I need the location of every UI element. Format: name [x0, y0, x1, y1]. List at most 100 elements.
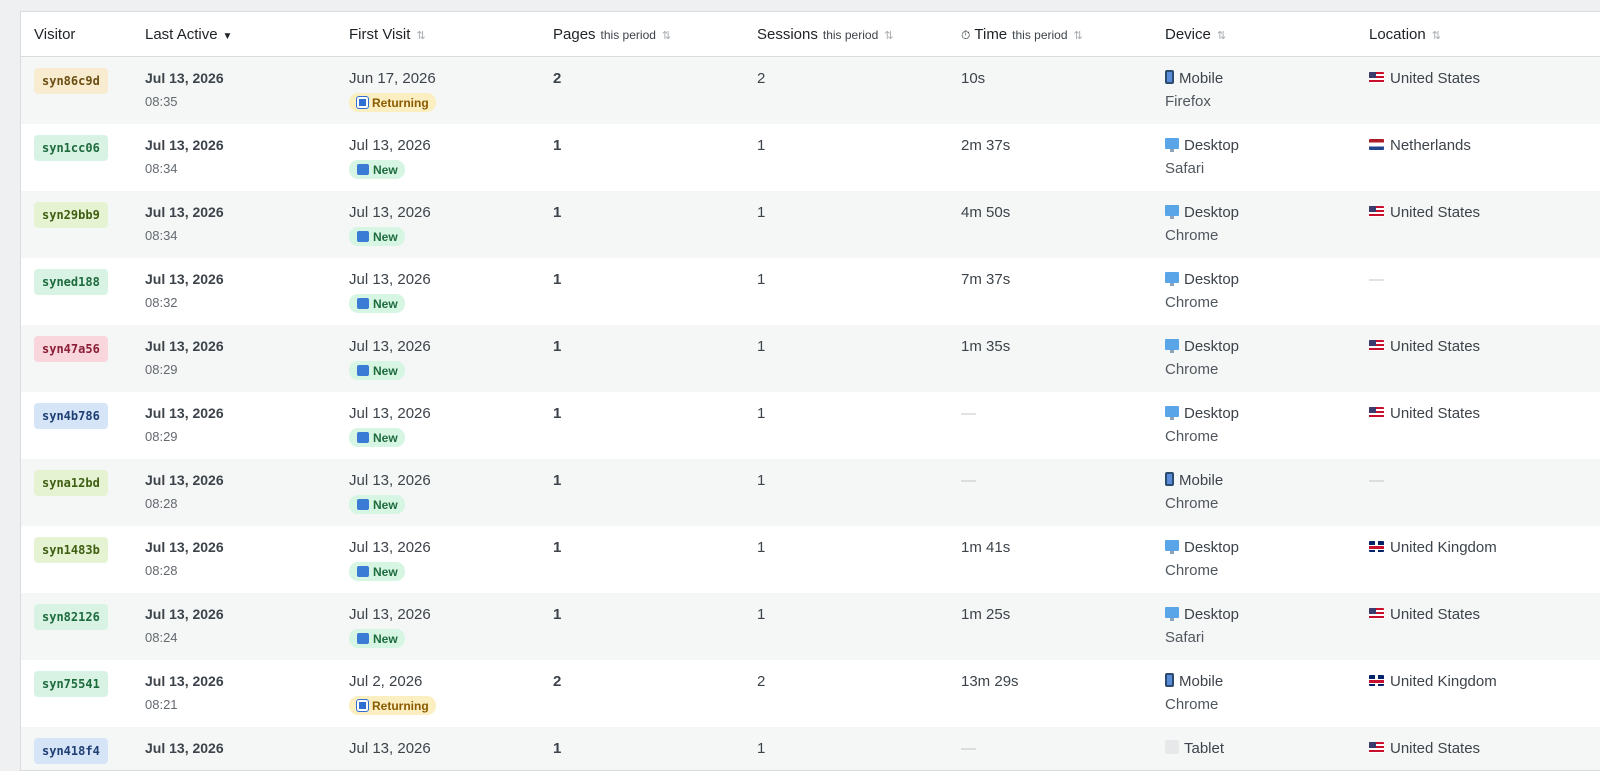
desktop-icon: [1165, 138, 1179, 152]
flag-gb-icon: [1369, 675, 1384, 686]
device-cell: Desktop: [1165, 137, 1239, 154]
first-visit-date: Jul 2, 2026: [349, 673, 423, 690]
time-spent: 1m 41s: [961, 539, 1011, 556]
location-label: —: [1369, 472, 1384, 489]
table-row[interactable]: syn82126 Jul 13, 2026 08:24 Jul 13, 2026…: [21, 593, 1600, 660]
table-row[interactable]: syned188 Jul 13, 2026 08:32 Jul 13, 2026…: [21, 258, 1600, 325]
location-label: United States: [1390, 70, 1481, 87]
sort-desc-icon: ▼: [222, 31, 233, 42]
col-first-visit[interactable]: First Visit ⇅: [349, 26, 426, 43]
table-row[interactable]: syn29bb9 Jul 13, 2026 08:34 Jul 13, 2026…: [21, 191, 1600, 258]
table-body: syn86c9d Jul 13, 2026 08:35 Jun 17, 2026…: [21, 57, 1600, 770]
last-active-date: Jul 13, 2026: [145, 204, 224, 220]
visitor-id-badge[interactable]: syn82126: [34, 604, 108, 630]
table-row[interactable]: syn418f4 Jul 13, 2026 Jul 13, 2026 1 1 —…: [21, 727, 1600, 770]
col-last-active[interactable]: Last Active ▼: [145, 26, 232, 43]
pages-count: 1: [553, 137, 562, 154]
mobile-icon: [1165, 70, 1174, 84]
device-label: Mobile: [1179, 472, 1224, 489]
visitor-id-badge[interactable]: syn418f4: [34, 738, 108, 764]
device-label: Desktop: [1184, 137, 1240, 154]
device-label: Desktop: [1184, 606, 1240, 623]
new-icon: [357, 298, 369, 309]
visitor-id-badge[interactable]: syn1cc06: [34, 135, 108, 161]
location-label: United States: [1390, 204, 1481, 221]
device-cell: Desktop: [1165, 338, 1239, 355]
visitor-id-badge[interactable]: syned188: [34, 269, 108, 295]
table-row[interactable]: syn4b786 Jul 13, 2026 08:29 Jul 13, 2026…: [21, 392, 1600, 459]
visitor-id-badge[interactable]: syn47a56: [34, 336, 108, 362]
new-badge: New: [349, 361, 405, 380]
pages-count: 1: [553, 472, 562, 489]
status-label: New: [373, 497, 398, 512]
visitor-id-badge[interactable]: syn1483b: [34, 537, 108, 563]
visitor-id-badge[interactable]: syn4b786: [34, 403, 108, 429]
location-cell: Netherlands: [1369, 137, 1471, 154]
desktop-icon: [1165, 272, 1179, 286]
flag-us-icon: [1369, 742, 1384, 753]
location-label: United States: [1390, 338, 1481, 355]
table-row[interactable]: syn1cc06 Jul 13, 2026 08:34 Jul 13, 2026…: [21, 124, 1600, 191]
time-spent: 1m 25s: [961, 606, 1011, 623]
sort-icon: ⇅: [661, 30, 672, 42]
visitor-id-badge[interactable]: syn29bb9: [34, 202, 108, 228]
time-spent: —: [961, 405, 976, 422]
visitor-id-badge[interactable]: syn86c9d: [34, 68, 108, 94]
visitor-id-badge[interactable]: syna12bd: [34, 470, 108, 496]
visitors-table: Visitor Last Active ▼ First Visit ⇅ Pages t…: [20, 11, 1600, 771]
new-icon: [357, 231, 369, 242]
visitor-id-badge[interactable]: syn75541: [34, 671, 108, 697]
device-cell: Desktop: [1165, 204, 1239, 221]
table-row[interactable]: syn47a56 Jul 13, 2026 08:29 Jul 13, 2026…: [21, 325, 1600, 392]
returning-badge: Returning: [349, 696, 436, 715]
flag-gb-icon: [1369, 541, 1384, 552]
returning-icon: [357, 97, 368, 108]
mobile-icon: [1165, 472, 1174, 486]
device-cell: Mobile: [1165, 472, 1223, 489]
time-spent: 1m 35s: [961, 338, 1011, 355]
table-row[interactable]: syna12bd Jul 13, 2026 08:28 Jul 13, 2026…: [21, 459, 1600, 526]
last-active-date: Jul 13, 2026: [145, 539, 224, 555]
time-spent: —: [961, 740, 976, 757]
col-pages-sub: this period: [600, 28, 656, 42]
device-cell: Desktop: [1165, 271, 1239, 288]
status-label: New: [373, 296, 398, 311]
last-active-date: Jul 13, 2026: [145, 271, 224, 287]
last-active-date: Jul 13, 2026: [145, 472, 224, 488]
pages-count: 1: [553, 338, 562, 355]
col-location[interactable]: Location ⇅: [1369, 26, 1441, 43]
col-visitor-label: Visitor: [34, 26, 76, 43]
browser-label: Chrome: [1165, 361, 1219, 378]
desktop-icon: [1165, 540, 1179, 554]
pages-count: 1: [553, 606, 562, 623]
returning-badge: Returning: [349, 93, 436, 112]
status-label: New: [373, 162, 398, 177]
status-label: New: [373, 363, 398, 378]
location-label: United Kingdom: [1390, 673, 1497, 690]
col-pages[interactable]: Pages this period ⇅: [553, 26, 671, 43]
device-label: Tablet: [1184, 740, 1225, 757]
device-cell: Desktop: [1165, 539, 1239, 556]
pages-count: 2: [553, 673, 562, 690]
sessions-count: 1: [757, 338, 766, 355]
col-pages-label: Pages: [553, 26, 596, 43]
table-row[interactable]: syn86c9d Jul 13, 2026 08:35 Jun 17, 2026…: [21, 57, 1600, 124]
last-active-time: 08:29: [145, 429, 178, 444]
pages-count: 1: [553, 405, 562, 422]
sort-icon: ⇅: [1216, 30, 1227, 42]
table-row[interactable]: syn75541 Jul 13, 2026 08:21 Jul 2, 2026 …: [21, 660, 1600, 727]
col-sessions[interactable]: Sessions this period ⇅: [757, 26, 893, 43]
col-time[interactable]: ⏱ Time this period ⇅: [961, 26, 1083, 43]
status-label: Returning: [372, 698, 429, 713]
col-device[interactable]: Device ⇅: [1165, 26, 1226, 43]
sort-icon: ⇅: [1431, 30, 1441, 42]
browser-label: Chrome: [1165, 294, 1219, 311]
first-visit-date: Jul 13, 2026: [349, 740, 431, 757]
mobile-icon: [1165, 673, 1174, 687]
location-cell: United States: [1369, 740, 1480, 757]
last-active-date: Jul 13, 2026: [145, 606, 224, 622]
time-spent: 7m 37s: [961, 271, 1011, 288]
time-spent: —: [961, 472, 976, 489]
location-cell: United States: [1369, 606, 1480, 623]
table-row[interactable]: syn1483b Jul 13, 2026 08:28 Jul 13, 2026…: [21, 526, 1600, 593]
